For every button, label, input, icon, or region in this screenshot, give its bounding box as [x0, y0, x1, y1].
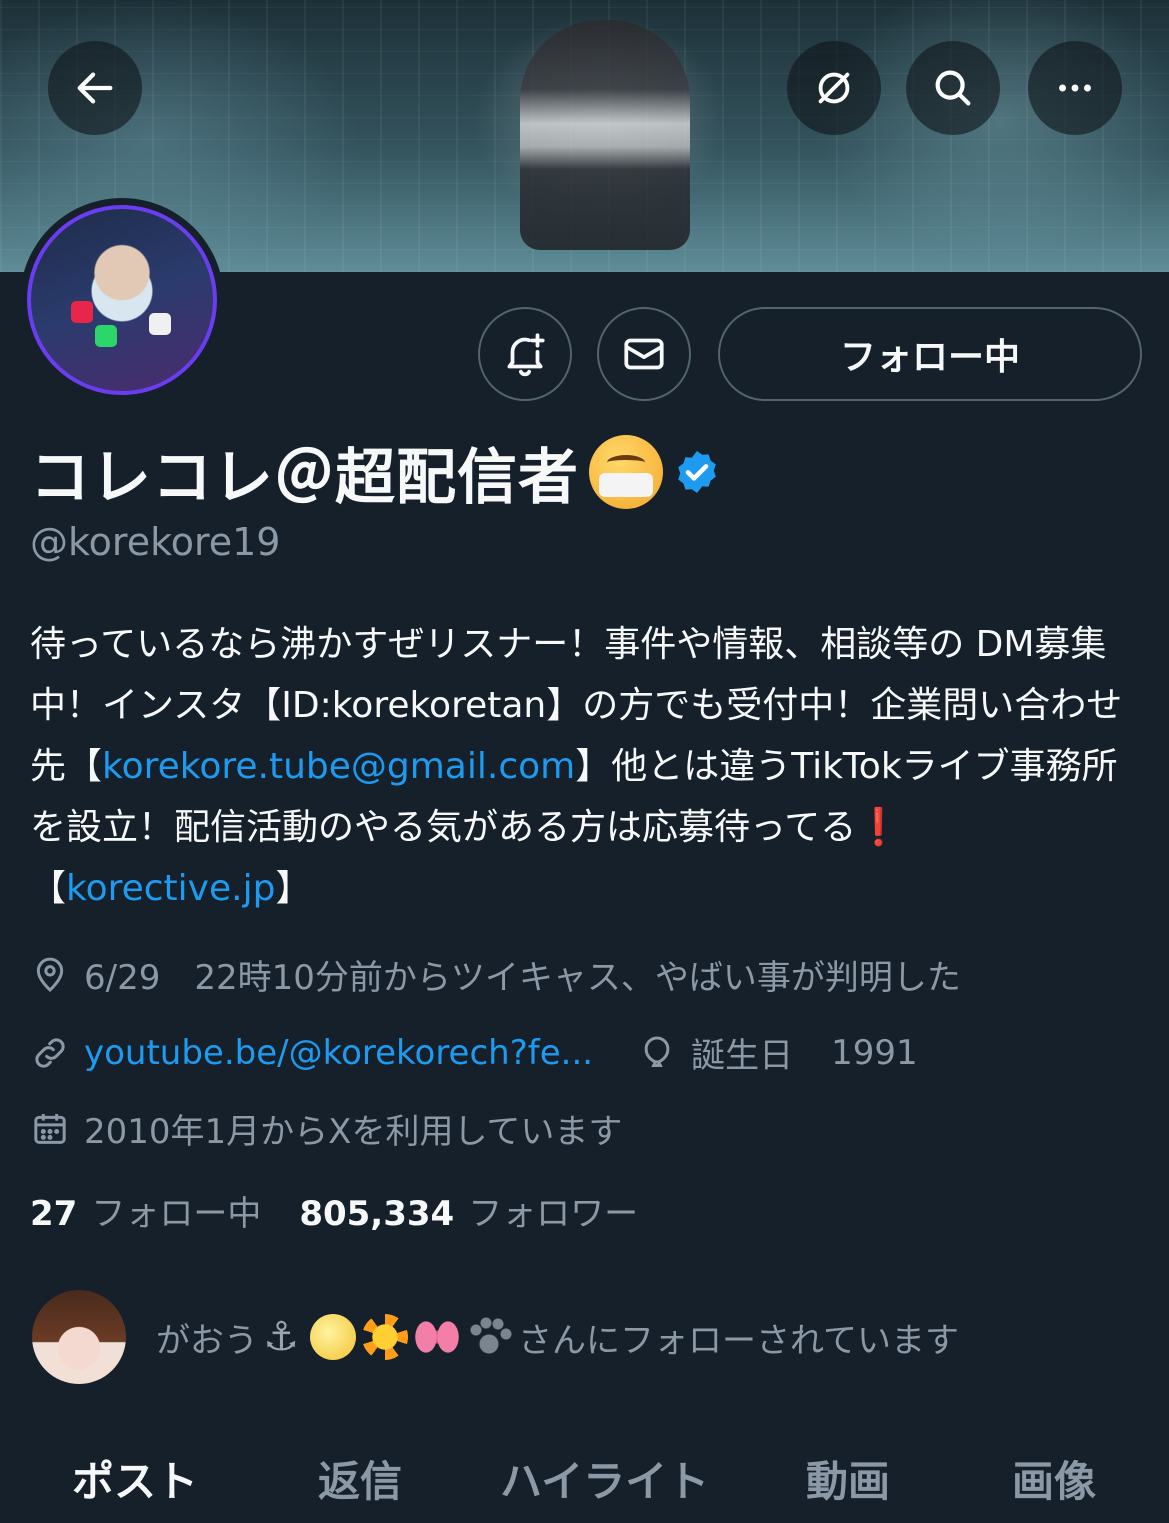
anchor-icon: ⚓ — [263, 1314, 299, 1360]
more-horizontal-icon — [1059, 84, 1091, 92]
followers-stat[interactable]: 805,334 フォロワー — [299, 1186, 638, 1235]
grok-button[interactable] — [787, 41, 881, 135]
profile-url-row: youtube.be/@korekorech?fe... 誕生日 1991 — [30, 1028, 918, 1077]
avatar-decoration — [71, 301, 93, 323]
followed-by-row[interactable]: がおう ⚓ さんにフォローされています — [32, 1290, 959, 1384]
link-icon — [35, 1037, 65, 1068]
avatar-decoration — [95, 325, 117, 347]
exclamation-emoji-icon: ❗ — [856, 807, 902, 848]
sun-icon — [362, 1314, 408, 1360]
tab-posts[interactable]: ポスト — [72, 1448, 198, 1509]
profile-handle: @korekore19 — [30, 520, 281, 564]
back-button[interactable] — [48, 41, 142, 135]
tab-videos[interactable]: 動画 — [806, 1448, 890, 1509]
balloon-icon — [644, 1035, 670, 1067]
paw-prints-icon — [466, 1314, 512, 1360]
following-label: フォロー中 — [91, 1194, 262, 1234]
bio-email-link[interactable]: korekore.tube@gmail.com — [102, 746, 575, 787]
profile-avatar[interactable] — [20, 198, 224, 402]
calendar-icon — [34, 1113, 66, 1144]
birthday-label: 誕生日 — [691, 1036, 794, 1076]
birthday-value: 1991 — [831, 1032, 918, 1073]
search-button[interactable] — [906, 41, 1000, 135]
search-icon — [935, 70, 971, 106]
envelope-icon — [624, 338, 664, 370]
bio-text: 】 — [275, 868, 312, 909]
display-name: コレコレ＠超配信者 — [30, 442, 579, 513]
avatar-image — [27, 205, 217, 395]
follower-avatar — [32, 1290, 126, 1384]
following-stat[interactable]: 27 フォロー中 — [30, 1186, 261, 1235]
mask-face-emoji-icon — [589, 435, 663, 509]
followers-label: フォロワー — [468, 1194, 639, 1234]
notify-button[interactable] — [478, 307, 572, 401]
profile-name-row: コレコレ＠超配信者 — [30, 432, 721, 513]
tab-media[interactable]: 画像 — [1012, 1448, 1096, 1509]
followed-by-text: がおう ⚓ さんにフォローされています — [156, 1313, 959, 1362]
location-text: 6/29 22時10分前からツイキャス、やばい事が判明した — [84, 958, 961, 998]
location-pin-icon — [36, 957, 64, 992]
bell-plus-icon — [507, 333, 545, 377]
message-button[interactable] — [597, 307, 691, 401]
joined-text: 2010年1月からXを利用しています — [84, 1112, 623, 1152]
back-arrow-icon — [77, 72, 113, 104]
tab-replies[interactable]: 返信 — [318, 1448, 402, 1509]
ribbon-icon — [414, 1314, 460, 1360]
profile-bio: 待っているなら沸かすぜリスナー！事件や情報、相談等の DM募集中！インスタ【ID… — [30, 614, 1150, 919]
followed-by-suffix: さんにフォローされています — [518, 1320, 959, 1361]
profile-url-link[interactable]: youtube.be/@korekorech?fe... — [84, 1033, 593, 1073]
following-count: 27 — [30, 1194, 78, 1234]
profile-tabs: ポスト 返信 ハイライト 動画 画像 — [0, 1440, 1169, 1523]
followers-count: 805,334 — [299, 1194, 455, 1234]
banner-figure — [520, 20, 690, 250]
profile-location: 6/29 22時10分前からツイキャス、やばい事が判明した — [30, 950, 961, 999]
tab-highlights[interactable]: ハイライト — [500, 1448, 709, 1509]
bio-site-link[interactable]: korective.jp — [66, 868, 275, 909]
slashed-circle-icon — [818, 72, 850, 104]
more-button[interactable] — [1028, 41, 1122, 135]
verified-badge-icon[interactable] — [673, 448, 721, 496]
bio-text: 【 — [30, 868, 67, 909]
profile-joined: 2010年1月からXを利用しています — [30, 1104, 622, 1153]
avatar-decoration — [149, 313, 171, 335]
following-button[interactable]: フォロー中 — [718, 307, 1142, 401]
follow-stats: 27 フォロー中 805,334 フォロワー — [30, 1186, 638, 1235]
follower-name: がおう — [156, 1320, 258, 1361]
moon-icon — [310, 1314, 356, 1360]
